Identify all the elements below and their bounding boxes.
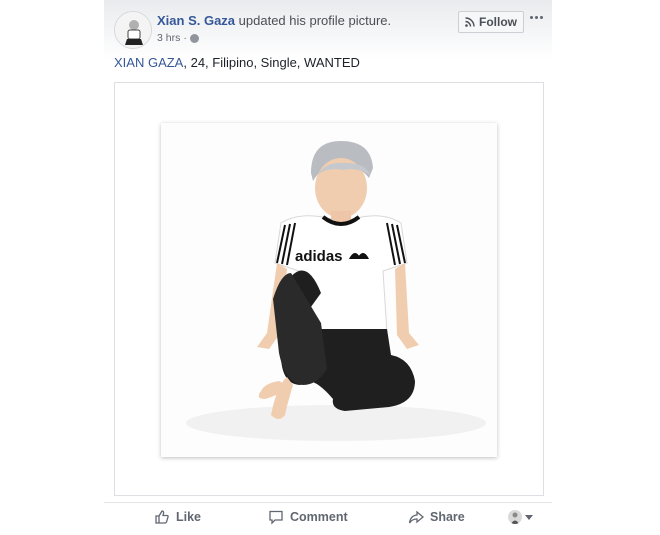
- thumbs-up-icon: [155, 510, 169, 524]
- post-timestamp[interactable]: 3 hrs: [157, 32, 180, 44]
- post-action-text: updated his profile picture.: [235, 13, 392, 28]
- caption-tag-link[interactable]: XIAN GAZA: [114, 55, 183, 70]
- mini-avatar: [508, 510, 522, 524]
- post-photo-frame[interactable]: adidas: [114, 82, 544, 496]
- follow-label: Follow: [479, 15, 517, 29]
- comment-bubble-icon: [269, 510, 283, 525]
- person-photo-illustration: adidas: [161, 123, 497, 457]
- like-button[interactable]: Like: [154, 509, 201, 525]
- post-as-selector[interactable]: [508, 510, 533, 524]
- shirt-logo-text: adidas: [295, 248, 343, 265]
- share-arrow-icon: [408, 510, 424, 524]
- author-name-link[interactable]: Xian S. Gaza: [157, 13, 235, 28]
- share-label: Share: [430, 510, 465, 524]
- globe-icon[interactable]: [189, 33, 199, 43]
- comment-label: Comment: [290, 510, 348, 524]
- caption-text: , 24, Filipino, Single, WANTED: [183, 55, 360, 70]
- post-caption: XIAN GAZA, 24, Filipino, Single, WANTED: [114, 55, 360, 70]
- rss-icon: [465, 17, 475, 27]
- post-author-line: Xian S. Gaza updated his profile picture…: [157, 13, 391, 28]
- feed-post: Xian S. Gaza updated his profile picture…: [104, 0, 552, 535]
- like-label: Like: [176, 510, 202, 524]
- post-header: Xian S. Gaza updated his profile picture…: [104, 0, 552, 50]
- follow-button[interactable]: Follow: [458, 11, 524, 33]
- post-meta: 3 hrs ·: [157, 32, 199, 44]
- author-avatar[interactable]: [114, 11, 152, 49]
- meta-separator: ·: [183, 32, 187, 44]
- chevron-down-icon: [525, 514, 533, 520]
- more-options-icon[interactable]: [528, 11, 546, 25]
- profile-photo: adidas: [161, 123, 497, 457]
- share-button[interactable]: Share: [408, 509, 465, 525]
- avatar-image: [115, 12, 151, 48]
- post-actions-bar: Like Comment Share: [104, 502, 552, 530]
- comment-button[interactable]: Comment: [268, 509, 348, 525]
